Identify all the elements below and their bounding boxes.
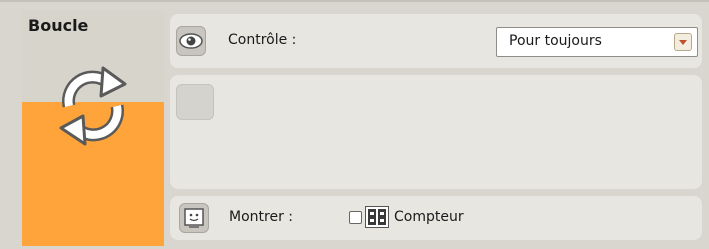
control-label: Contrôle : [228,32,297,48]
loop-block-config-panel: Boucle Contrôle : Pour toujours Montrer … [0,0,709,249]
loop-icon [59,66,127,146]
show-label: Montrer : [229,209,293,225]
eye-icon [176,26,206,56]
control-select[interactable]: Pour toujours [496,27,698,57]
counter-checkbox[interactable] [349,211,362,224]
face-icon [179,203,209,233]
placeholder-icon [176,84,214,120]
settings-area [170,75,702,189]
show-row: Montrer : Compteur [170,196,702,240]
counter-label: Compteur [394,209,464,225]
chevron-down-icon[interactable] [674,33,692,51]
block-title: Boucle [28,16,89,35]
control-row: Contrôle : Pour toujours [170,14,702,68]
control-select-value: Pour toujours [509,33,602,49]
counter-icon [365,206,389,228]
block-summary: Boucle [22,10,164,246]
